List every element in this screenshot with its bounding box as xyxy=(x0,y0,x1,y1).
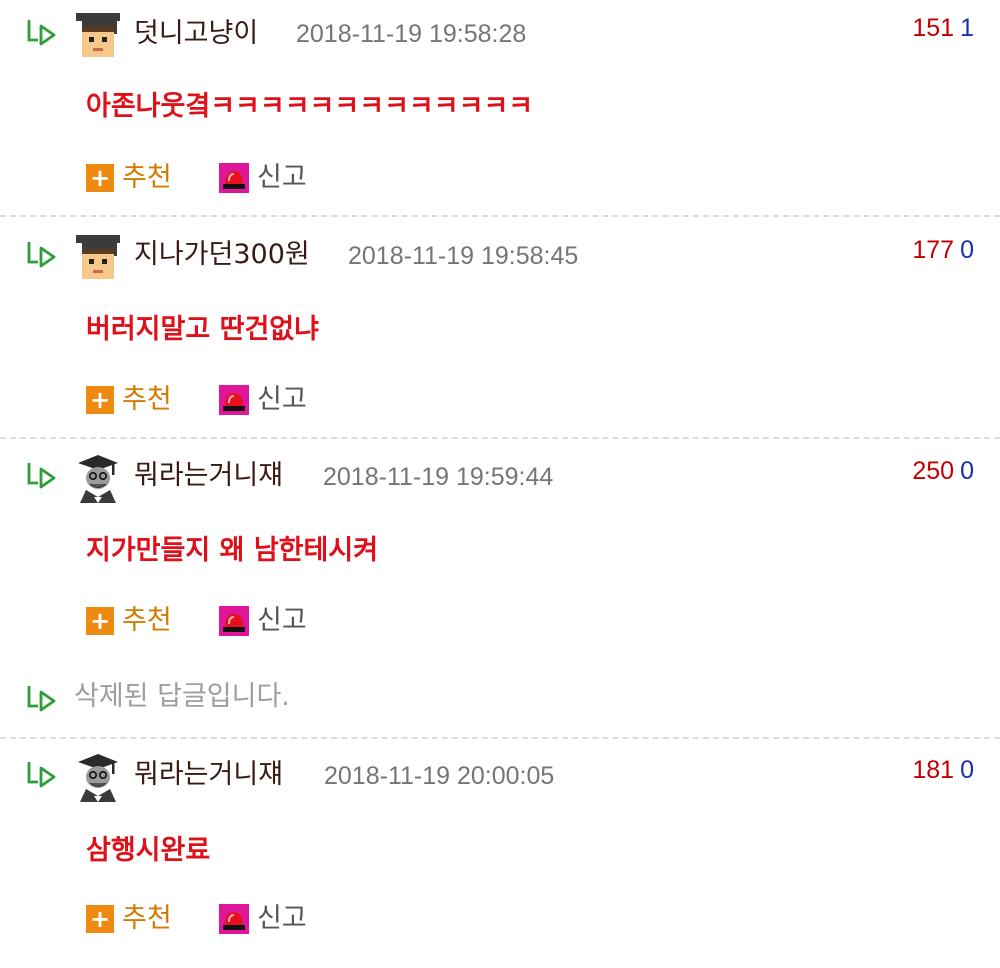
report-button[interactable]: 신고 xyxy=(219,604,307,638)
reply-arrow-icon xyxy=(27,240,56,268)
siren-icon xyxy=(219,606,249,636)
upvote-count: 250 xyxy=(912,457,955,485)
comment-body: 버러지말고 딴건없냐 xyxy=(86,314,319,345)
plus-icon: + xyxy=(86,905,114,933)
recommend-button[interactable]: + 추천 xyxy=(86,161,172,195)
report-label: 신고 xyxy=(257,903,307,934)
plus-icon: + xyxy=(86,607,114,635)
recommend-label: 추천 xyxy=(122,903,172,934)
divider xyxy=(0,737,1000,739)
recommend-button[interactable]: + 추천 xyxy=(86,902,172,936)
downvote-count: 1 xyxy=(960,14,974,42)
recommend-label: 추천 xyxy=(122,162,172,193)
downvote-count: 0 xyxy=(960,236,974,264)
graduate-cap-icon xyxy=(72,230,124,282)
reply-arrow-icon xyxy=(27,760,56,788)
report-button[interactable]: 신고 xyxy=(219,902,307,936)
recommend-label: 추천 xyxy=(122,605,172,636)
comment-date: 2018-11-19 19:58:28 xyxy=(296,20,527,48)
graduate-cap-icon xyxy=(72,8,124,60)
report-button[interactable]: 신고 xyxy=(219,383,307,417)
comment-nickname[interactable]: 뭐라는거니쟤 xyxy=(134,459,283,493)
downvote-count: 0 xyxy=(960,756,974,784)
report-button[interactable]: 신고 xyxy=(219,161,307,195)
plus-icon: + xyxy=(86,164,114,192)
report-label: 신고 xyxy=(257,162,307,193)
comment-nickname[interactable]: 뭐라는거니쟤 xyxy=(134,758,283,792)
plus-icon: + xyxy=(86,386,114,414)
comment-body: 아존나웃곀ㅋㅋㅋㅋㅋㅋㅋㅋㅋㅋㅋㅋㅋ xyxy=(86,91,534,122)
report-label: 신고 xyxy=(257,384,307,415)
recommend-label: 추천 xyxy=(122,384,172,415)
reply-arrow-icon xyxy=(27,461,56,489)
professor-icon xyxy=(72,750,124,802)
comment-body: 삼행시완료 xyxy=(86,835,211,866)
comment-votes: 250 0 xyxy=(912,454,974,488)
comment-date: 2018-11-19 19:58:45 xyxy=(348,242,579,270)
upvote-count: 181 xyxy=(912,756,955,784)
report-label: 신고 xyxy=(257,605,307,636)
comment-votes: 151 1 xyxy=(912,11,974,45)
reply-arrow-icon xyxy=(27,684,56,712)
upvote-count: 151 xyxy=(912,14,955,42)
comment-votes: 177 0 xyxy=(912,233,974,267)
upvote-count: 177 xyxy=(912,236,955,264)
recommend-button[interactable]: + 추천 xyxy=(86,383,172,417)
comment-date: 2018-11-19 19:59:44 xyxy=(323,463,554,491)
divider xyxy=(0,215,1000,217)
reply-arrow-icon xyxy=(27,18,56,46)
deleted-notice: 삭제된 답글입니다. xyxy=(74,681,290,712)
comment-list: 덧니고냥이 2018-11-19 19:58:28 151 1 아존나웃곀ㅋㅋㅋㅋ… xyxy=(0,0,1000,968)
comment-body: 지가만들지 왜 남한테시켜 xyxy=(86,535,379,566)
downvote-count: 0 xyxy=(960,457,974,485)
comment-nickname[interactable]: 지나가던300원 xyxy=(134,238,310,272)
comment-nickname[interactable]: 덧니고냥이 xyxy=(134,17,258,51)
recommend-button[interactable]: + 추천 xyxy=(86,604,172,638)
comment-votes: 181 0 xyxy=(912,753,974,787)
siren-icon xyxy=(219,385,249,415)
siren-icon xyxy=(219,163,249,193)
professor-icon xyxy=(72,451,124,503)
siren-icon xyxy=(219,904,249,934)
divider xyxy=(0,437,1000,439)
comment-date: 2018-11-19 20:00:05 xyxy=(324,762,555,790)
